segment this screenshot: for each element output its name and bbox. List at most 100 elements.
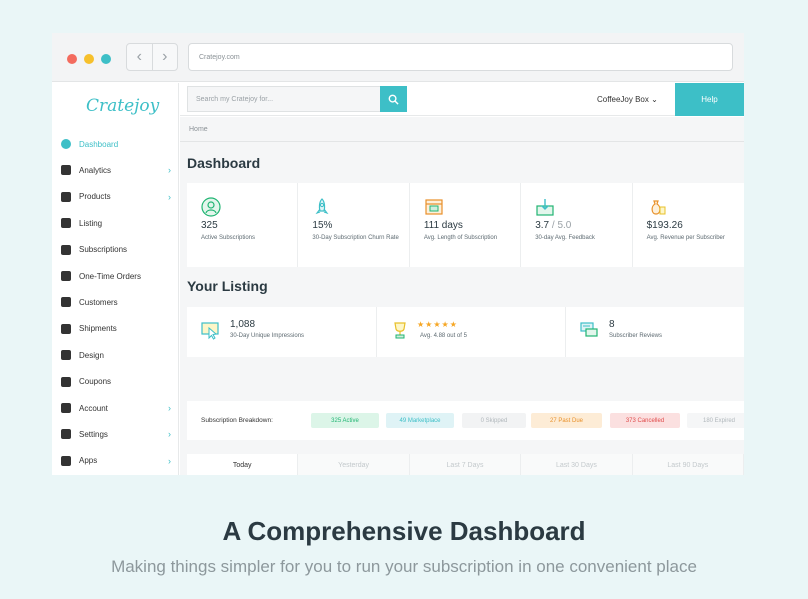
stat-value: 111 days — [423, 220, 463, 231]
revenue-cell[interactable]: Last 30 Days$6,662 — [521, 454, 633, 475]
sidebar-item-one-time-orders[interactable]: One-Time Orders — [52, 266, 179, 286]
stats-row: 325 Active Subscriptions 15% 30-Day Subs… — [187, 183, 744, 267]
gear-icon — [61, 429, 71, 440]
search-icon — [388, 94, 399, 105]
box-icon — [61, 271, 71, 281]
breakdown-chip[interactable]: 325 Active — [311, 413, 379, 428]
person-icon — [61, 297, 71, 308]
user-badge-icon — [201, 197, 221, 217]
stat-label: Avg. Revenue per Subscriber — [646, 235, 725, 241]
sidebar-item-label: Account — [79, 403, 108, 413]
calendar-icon — [425, 199, 443, 215]
impressions-value: 1,088 — [230, 319, 256, 330]
breakdown-title: Subscription Breakdown: — [201, 417, 273, 424]
sidebar-item-apps[interactable]: Apps › — [52, 451, 179, 471]
stat-avg-length: 111 days Avg. Length of Subscription — [410, 183, 522, 267]
rocket-icon — [315, 198, 329, 215]
history-nav: ‹ › — [126, 43, 178, 71]
sidebar-item-label: Apps — [79, 456, 98, 466]
feedback-score: 3.7 — [535, 220, 550, 231]
feedback-scale: / 5.0 — [549, 220, 572, 231]
sidebar-item-label: Dashboard — [79, 139, 119, 149]
top-bar: Search my Cratejoy for... CoffeeJoy Box … — [180, 83, 744, 116]
sidebar-item-listing[interactable]: Listing — [52, 213, 179, 233]
trophy-icon — [394, 322, 406, 339]
stat-churn-rate: 15% 30-Day Subscription Churn Rate — [298, 183, 410, 267]
back-icon[interactable]: ‹ — [127, 44, 153, 70]
search-input[interactable]: Search my Cratejoy for... — [187, 86, 381, 112]
breakdown-chip[interactable]: 49 Marketplace — [386, 413, 454, 428]
sidebar-item-label: Design — [79, 350, 104, 360]
minimize-window-button[interactable] — [84, 54, 94, 64]
sidebar-item-label: Customers — [79, 297, 118, 307]
main-content: Home Dashboard 325 Active Subscriptions … — [180, 117, 744, 475]
sidebar-item-label: Settings — [79, 429, 108, 439]
sidebar-item-subscriptions[interactable]: Subscriptions — [52, 240, 179, 260]
close-window-button[interactable] — [67, 54, 77, 64]
browser-chrome: ‹ › Cratejoy.com — [52, 33, 744, 82]
wallet-icon — [61, 403, 71, 413]
sidebar-item-customers[interactable]: Customers — [52, 292, 179, 312]
revenue-period: Last 30 Days — [555, 462, 597, 469]
chat-bubbles-icon — [580, 322, 598, 337]
cursor-click-icon — [201, 322, 219, 340]
help-button[interactable]: Help — [675, 83, 744, 116]
revenue-period: Last 7 Days — [446, 462, 484, 469]
chevron-right-icon: › — [168, 165, 171, 176]
revenue-cell[interactable]: Yesterday$0 — [298, 454, 410, 475]
revenue-row: Today$13,203Yesterday$0Last 7 Days$13,64… — [187, 454, 744, 475]
stat-value: $193.26 — [646, 220, 683, 231]
rating-label: Avg. 4.88 out of 5 — [420, 333, 467, 339]
forward-icon[interactable]: › — [153, 44, 178, 70]
stat-label: 30-Day Subscription Churn Rate — [312, 235, 399, 241]
address-bar[interactable]: Cratejoy.com — [188, 43, 733, 71]
revenue-period: Today — [232, 462, 252, 469]
subscription-breakdown: Subscription Breakdown: 325 Active 49 Mar… — [187, 401, 744, 440]
stat-active-subscriptions: 325 Active Subscriptions — [187, 183, 299, 267]
sidebar-item-account[interactable]: Account › — [52, 398, 179, 418]
account-switcher[interactable]: CoffeeJoy Box ⌄ — [597, 95, 658, 104]
stat-value: 325 — [201, 220, 218, 231]
sidebar-item-coupons[interactable]: Coupons — [52, 372, 179, 392]
code-icon — [61, 455, 71, 466]
sidebar-item-settings[interactable]: Settings › — [52, 424, 179, 444]
breadcrumb[interactable]: Home — [189, 126, 208, 133]
breakdown-chip[interactable]: 373 Cancelled — [610, 413, 680, 428]
listing-icon — [61, 218, 71, 229]
sidebar-item-design[interactable]: Design — [52, 345, 179, 365]
stat-label: Active Subscriptions — [201, 235, 256, 241]
caption-subline: Making things simpler for you to run you… — [111, 557, 697, 576]
breakdown-chip[interactable]: 27 Past Due — [531, 413, 602, 428]
sidebar-item-label: Listing — [79, 218, 103, 228]
reviews-label: Subscriber Reviews — [609, 333, 663, 339]
sidebar-item-products[interactable]: Products › — [52, 187, 179, 207]
revenue-cell[interactable]: Last 7 Days$13,647 — [409, 454, 522, 475]
truck-icon — [61, 323, 71, 334]
divider — [180, 141, 744, 142]
sidebar: Cratejoy Dashboard Analytics › Products › Lis… — [52, 83, 179, 475]
impressions-label: 30-Day Unique Impressions — [230, 333, 305, 339]
breakdown-chip[interactable]: 180 Expired — [687, 413, 744, 428]
sidebar-item-label: One-Time Orders — [79, 271, 141, 281]
revenue-cell[interactable]: Today$13,203 — [187, 454, 299, 475]
browser-window: ‹ › Cratejoy.com Cratejoy Dashboard Analy… — [52, 33, 744, 475]
listing-rating: ★★★★★ Avg. 4.88 out of 5 — [377, 307, 566, 357]
maximize-window-button[interactable] — [101, 54, 111, 64]
sidebar-item-shipments[interactable]: Shipments — [52, 319, 179, 339]
sidebar-item-analytics[interactable]: Analytics › — [52, 160, 179, 180]
listing-impressions: 1,088 30-Day Unique Impressions — [187, 307, 377, 357]
search-button[interactable] — [380, 86, 407, 112]
stat-value: 15% — [312, 220, 333, 231]
chevron-right-icon: › — [168, 191, 171, 202]
chevron-right-icon: › — [168, 455, 171, 466]
cratejoy-logo[interactable]: Cratejoy — [86, 96, 159, 116]
sidebar-item-label: Shipments — [79, 324, 117, 334]
listing-title: Your Listing — [187, 278, 268, 294]
coupon-icon — [61, 376, 71, 387]
listing-reviews: 8 Subscriber Reviews — [566, 307, 744, 357]
chart-icon — [61, 165, 71, 176]
revenue-cell[interactable]: Last 90 Days$47,853 — [632, 454, 744, 475]
sidebar-item-dashboard[interactable]: Dashboard — [52, 134, 179, 154]
palette-icon — [61, 350, 71, 361]
breakdown-chip[interactable]: 0 Skipped — [462, 413, 526, 428]
